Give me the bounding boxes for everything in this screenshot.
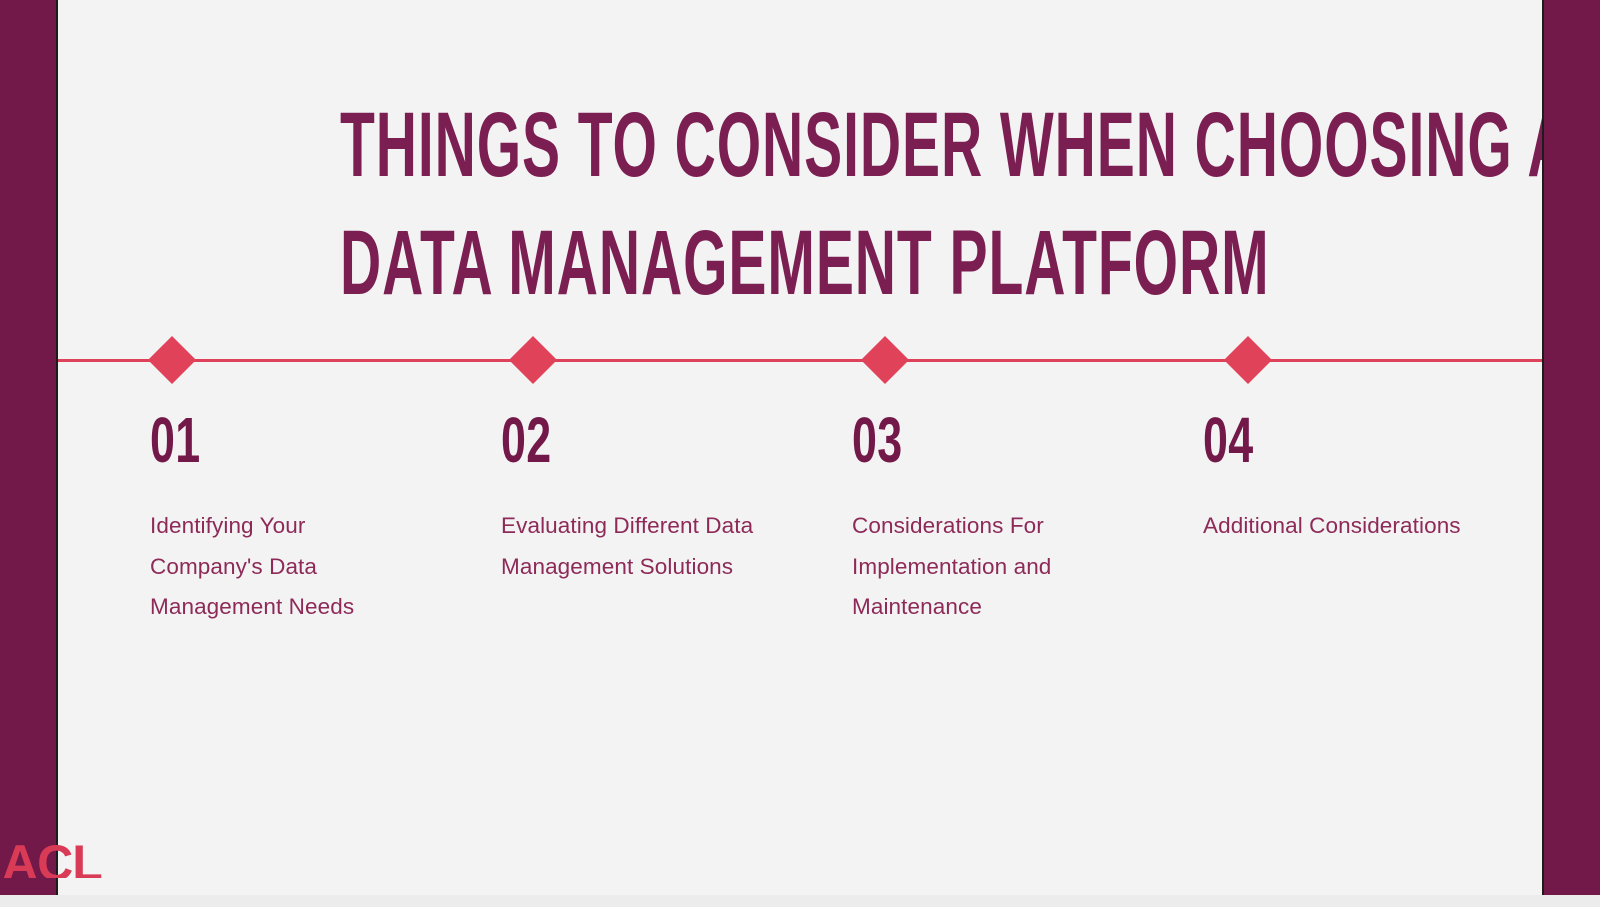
timeline-item-3-number: 03: [852, 404, 903, 476]
left-accent-bar: [0, 0, 58, 895]
timeline-marker-2: [508, 335, 558, 385]
timeline-item-4-text: Additional Considerations: [1203, 513, 1461, 538]
page-title-line-2: DATA MANAGEMENT PLATFORM: [339, 212, 1270, 314]
page-title: THINGS TO CONSIDER WHEN CHOOSING A DATA …: [339, 86, 1542, 322]
timeline-item-3: 03 Considerations For Implementation and…: [852, 408, 1117, 628]
bottom-strip: [0, 895, 1600, 907]
timeline-marker-1: [147, 335, 197, 385]
right-accent-bar: [1542, 0, 1600, 895]
timeline-item-1-number: 01: [150, 404, 201, 476]
slide-canvas: THINGS TO CONSIDER WHEN CHOOSING A DATA …: [58, 0, 1542, 895]
page-title-line-1: THINGS TO CONSIDER WHEN CHOOSING A: [339, 94, 1542, 196]
presentation-slide: THINGS TO CONSIDER WHEN CHOOSING A DATA …: [0, 0, 1600, 907]
timeline-item-4: 04 Additional Considerations: [1203, 408, 1468, 547]
timeline-item-2: 02 Evaluating Different Data Management …: [501, 408, 766, 587]
timeline-item-2-number: 02: [501, 404, 552, 476]
timeline-marker-4: [1223, 335, 1273, 385]
acl-logo: ACL: [2, 838, 102, 878]
timeline-item-4-number: 04: [1203, 404, 1254, 476]
timeline-rule: [58, 359, 1542, 362]
timeline-item-2-text: Evaluating Different Data Management Sol…: [501, 513, 754, 579]
timeline-item-1-text: Identifying Your Company's Data Manageme…: [150, 513, 355, 619]
timeline-marker-3: [860, 335, 910, 385]
timeline-item-1: 01 Identifying Your Company's Data Manag…: [150, 408, 415, 628]
timeline-item-3-text: Considerations For Implementation and Ma…: [852, 513, 1052, 619]
